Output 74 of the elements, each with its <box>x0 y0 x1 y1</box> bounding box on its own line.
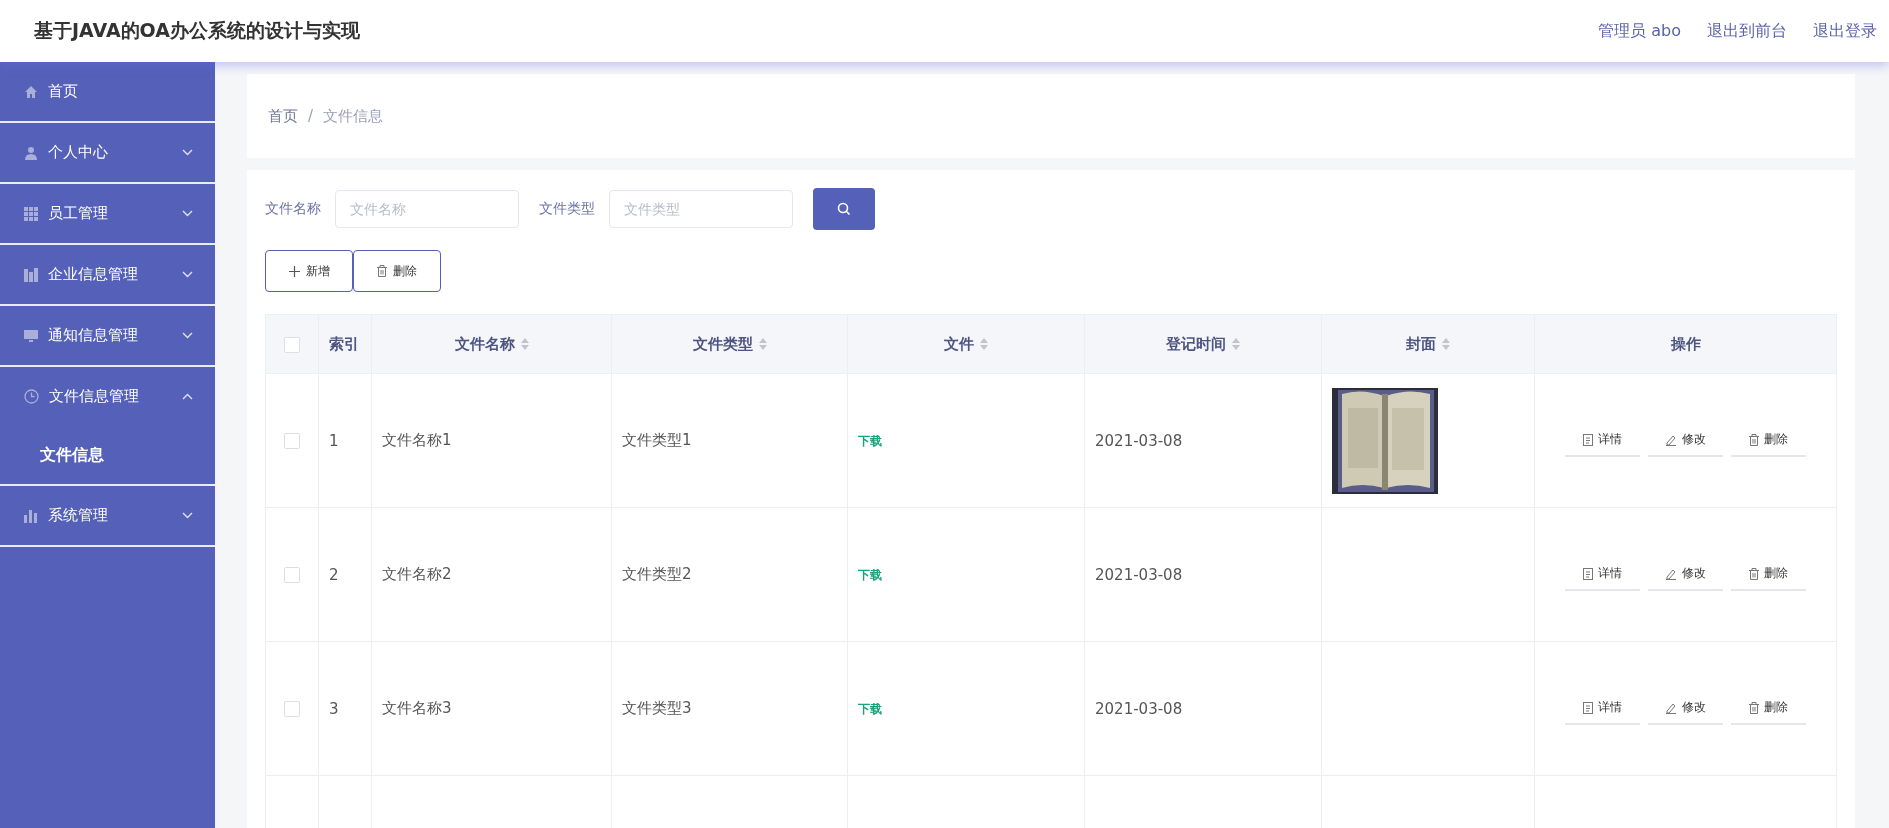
search-icon <box>837 202 851 216</box>
header-link[interactable]: 退出登录 <box>1813 20 1877 42</box>
search-field[interactable]: 文件名称 <box>335 190 519 228</box>
sort-icon[interactable] <box>758 338 767 350</box>
table-cell: 文件类型1 <box>622 431 692 449</box>
breadcrumb-item[interactable]: 首页 <box>268 106 298 126</box>
column-header[interactable]: 封面 <box>1406 334 1436 353</box>
sidebar-item[interactable]: 通知信息管理 <box>0 306 215 365</box>
pencil-icon <box>1665 701 1677 714</box>
trash-icon <box>377 265 387 277</box>
pencil-icon <box>1665 567 1677 580</box>
home-icon <box>24 84 38 99</box>
checkbox[interactable] <box>284 336 300 353</box>
document-icon <box>1583 701 1593 714</box>
table-cell: 3 <box>329 699 339 718</box>
field-label: 文件类型 <box>539 200 595 218</box>
sidebar-item[interactable]: 首页 <box>0 62 215 121</box>
header-link[interactable]: 退出到前台 <box>1707 20 1787 42</box>
checkbox[interactable] <box>284 567 300 583</box>
checkbox[interactable] <box>284 433 300 449</box>
sort-icon[interactable] <box>1232 338 1240 350</box>
column-header: 索引 <box>329 334 359 353</box>
pencil-icon <box>1665 433 1677 446</box>
column-header[interactable]: 文件 <box>944 334 974 353</box>
sidebar-item[interactable]: 系统管理 <box>0 486 215 545</box>
table-cell: 文件名称1 <box>382 431 452 449</box>
table-cell: 2021-03-08 <box>1095 431 1183 450</box>
table-cell: 文件类型2 <box>622 565 692 583</box>
search-button[interactable] <box>813 188 875 230</box>
table-cell: 2021-03-08 <box>1095 699 1183 718</box>
grid-icon <box>24 206 38 221</box>
sort-icon[interactable] <box>980 338 988 350</box>
sidebar-item[interactable]: 员工管理 <box>0 184 215 243</box>
chevron-down-icon <box>182 512 193 519</box>
sidebar-item[interactable]: 企业信息管理 <box>0 245 215 304</box>
chevron-down-icon <box>182 271 193 278</box>
chevron-down-icon <box>182 332 193 339</box>
table-cell: 1 <box>329 431 339 450</box>
breadcrumb-separator: / <box>308 107 314 125</box>
chevron-down-icon <box>182 210 193 217</box>
plus-icon <box>288 265 300 277</box>
trash-icon <box>1749 701 1759 714</box>
bar-chart-icon <box>24 508 38 523</box>
trash-icon <box>1749 433 1759 446</box>
sidebar-item[interactable]: 文件信息管理 <box>0 367 215 426</box>
table-cell: 2021-03-08 <box>1095 565 1183 584</box>
bars-icon <box>24 267 38 282</box>
monitor-icon <box>24 328 38 343</box>
table-cell: 文件名称2 <box>382 565 452 583</box>
search-field[interactable]: 文件类型 <box>609 190 793 228</box>
breadcrumb-item: 文件信息 <box>323 106 384 126</box>
table-cell: 2 <box>329 565 339 584</box>
delete-button[interactable]: 删除 <box>353 250 441 292</box>
column-header[interactable]: 文件名称 <box>454 334 515 353</box>
sidebar-item[interactable]: 个人中心 <box>0 123 215 182</box>
chevron-down-icon <box>182 149 193 156</box>
sort-icon[interactable] <box>1442 338 1450 350</box>
header-link[interactable]: 管理员 abo <box>1598 20 1681 42</box>
document-icon <box>1583 567 1593 580</box>
sort-icon[interactable] <box>520 338 529 350</box>
clock-icon <box>24 389 39 404</box>
document-icon <box>1583 433 1593 446</box>
column-header[interactable]: 文件类型 <box>692 334 753 353</box>
table-cell: 文件名称3 <box>382 699 452 717</box>
chevron-up-icon <box>182 393 193 400</box>
app-title: 基于JAVA的OA办公系统的设计与实现 <box>34 18 360 43</box>
checkbox[interactable] <box>284 701 300 717</box>
trash-icon <box>1749 567 1759 580</box>
field-label: 文件名称 <box>265 200 321 218</box>
user-icon <box>24 145 38 160</box>
column-header: 操作 <box>1670 334 1701 353</box>
table-cell: 文件类型3 <box>622 699 692 717</box>
column-header[interactable]: 登记时间 <box>1166 334 1226 353</box>
add-button[interactable]: 新增 <box>265 250 353 292</box>
